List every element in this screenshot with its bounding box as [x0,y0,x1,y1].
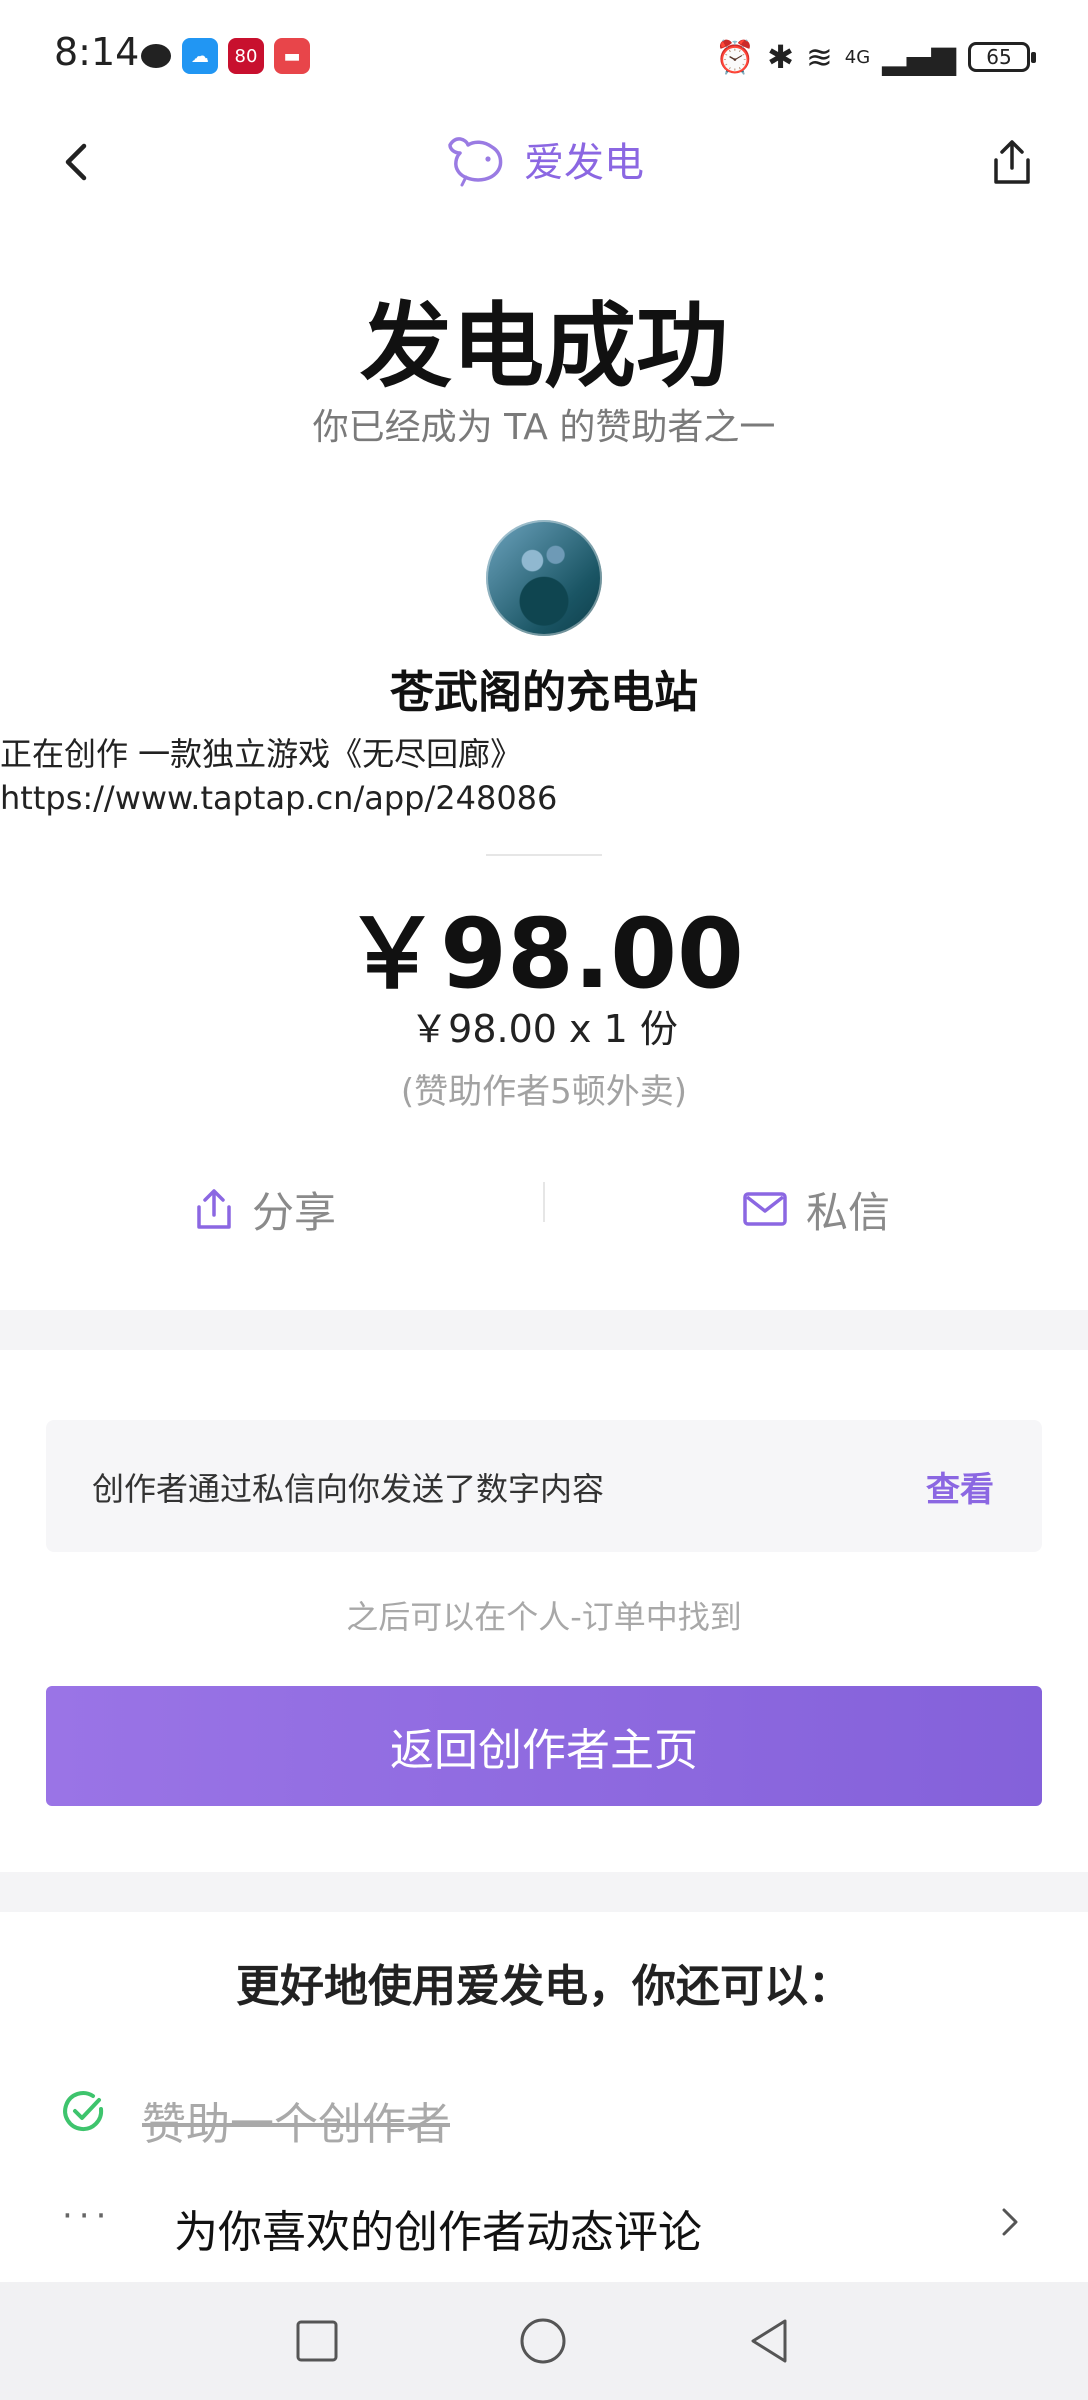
brand: 爱发电 [0,130,1088,188]
system-nav-bar [0,2282,1088,2400]
weather-app-icon: ☁ [182,38,218,74]
tips-card: 更好地使用爱发电，你还可以： 赞助一个创作者 ··· 为你喜欢的创作者动态评论 [0,1912,1088,2282]
battery-level: 65 [986,45,1012,69]
creator-avatar[interactable] [486,520,602,636]
system-status-icons: ⏰ ✱ ≋ 4G ▂▄▆ 65 [715,38,1036,76]
huawei-app-icon: ▬ [274,38,310,74]
return-creator-home-button[interactable]: 返回创作者主页 [46,1686,1042,1806]
signal-icon: ▂▄▆ [882,38,956,76]
circle-icon [520,2318,566,2364]
share-icon [994,140,1030,184]
payment-amount: ￥98.00 [344,898,744,1010]
status-bar: 8:14 ☁ 80 ▬ ⏰ ✱ ≋ 4G ▂▄▆ 65 [0,0,1088,120]
network-type-label: 4G [844,46,871,68]
share-button[interactable]: 分享 [194,1154,336,1264]
screen: 8:14 ☁ 80 ▬ ⏰ ✱ ≋ 4G ▂▄▆ 65 爱发电 发电成功 你已经… [0,0,1088,2400]
bluetooth-icon: ✱ [767,38,794,76]
action-divider [543,1182,545,1222]
share-top-button[interactable] [980,130,1044,194]
notice-card: 创作者通过私信向你发送了数字内容 查看 之后可以在个人-订单中找到 返回创作者主… [0,1350,1088,1872]
success-card: 发电成功 你已经成为 TA 的赞助者之一 苍武阁的充电站 正在创作 一款独立游戏… [0,204,1088,1310]
creator-description: 正在创作 一款独立游戏《无尽回廊》 https://www.taptap.cn/… [0,735,558,817]
system-back-button[interactable] [734,2306,804,2376]
view-link[interactable]: 查看 [926,1462,994,1511]
tip-item-comment[interactable]: ··· 为你喜欢的创作者动态评论 [0,2182,1088,2262]
recent-apps-button[interactable] [282,2306,352,2376]
top-nav: 爱发电 [0,120,1088,204]
alarm-icon: ⏰ [715,38,756,76]
payment-note: (赞助作者5顿外卖) [400,1072,688,1112]
check-circle-icon [56,2084,112,2140]
message-label: 私信 [806,1187,891,1237]
chevron-right-icon [1002,2208,1018,2236]
status-time: 8:14 [54,30,140,74]
creator-name[interactable]: 苍武阁的充电站 [0,656,1088,720]
triangle-back-icon [751,2319,787,2363]
notification-icons: ☁ 80 ▬ [140,38,310,74]
more-dots-icon: ··· [62,2196,113,2236]
share-icon [197,1189,231,1229]
digital-content-notice: 创作者通过私信向你发送了数字内容 查看 [46,1420,1042,1552]
order-hint: 之后可以在个人-订单中找到 [346,1598,742,1636]
app-badge-icon: 80 [228,38,264,74]
app-badge-label: 80 [234,45,258,67]
wifi-icon: ≋ [805,38,833,76]
brand-name: 爱发电 [524,140,644,186]
battery-icon: 65 [968,42,1036,72]
payment-detail: ￥98.00 x 1 份 [410,1007,678,1051]
mail-icon [743,1192,787,1226]
message-button[interactable]: 私信 [742,1154,890,1264]
page-title: 发电成功 [359,293,728,400]
brand-logo-icon [448,137,503,187]
tips-title: 更好地使用爱发电，你还可以： [236,1961,852,2012]
home-button[interactable] [508,2306,578,2376]
divider [486,854,602,856]
square-icon [296,2320,338,2362]
page-subtitle: 你已经成为 TA 的赞助者之一 [312,407,776,448]
notice-text: 创作者通过私信向你发送了数字内容 [92,1470,605,1508]
share-label: 分享 [252,1187,337,1237]
tip-text: 为你喜欢的创作者动态评论 [174,2207,702,2258]
action-row: 分享 私信 [0,1154,1088,1264]
tip-text: 赞助一个创作者 [142,2099,450,2150]
chat-notification-icon [140,41,172,71]
tip-item-sponsor: 赞助一个创作者 [0,2072,1088,2152]
